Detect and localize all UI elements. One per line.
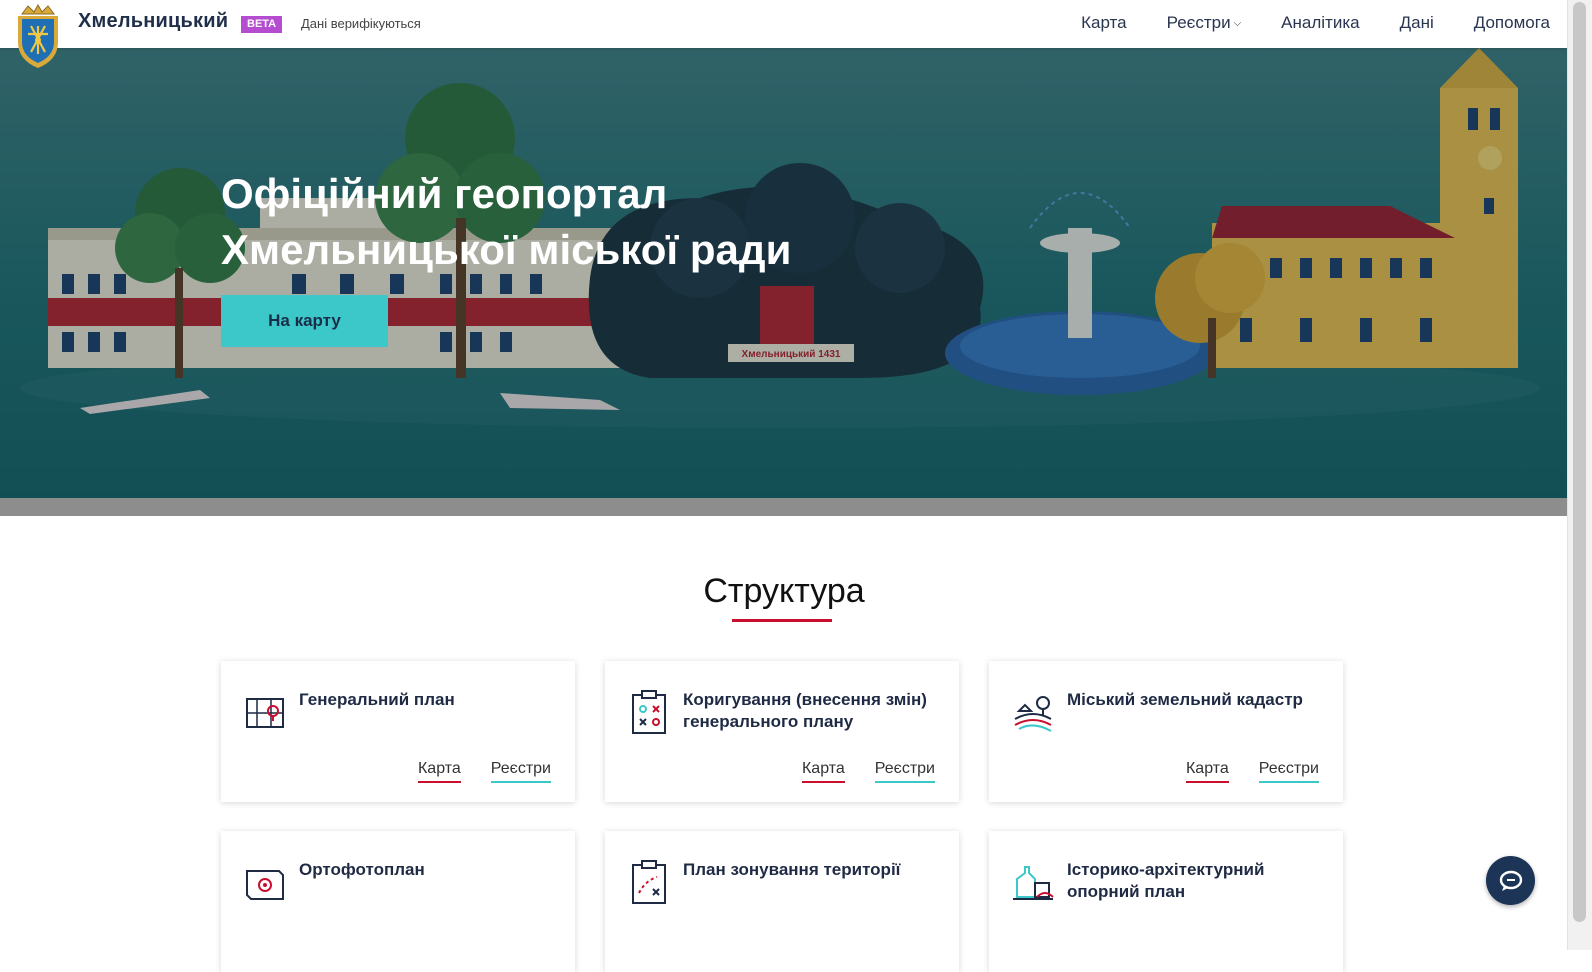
card-registry-link[interactable]: Реєстри: [1258, 760, 1319, 783]
city-coat-of-arms-logo[interactable]: [12, 4, 64, 70]
zoning-plan-icon: [632, 860, 666, 904]
card-map-link[interactable]: Карта: [417, 760, 461, 783]
page-scrollbar[interactable]: [1567, 0, 1592, 950]
section-title-underline: [732, 619, 832, 622]
card-general-plan[interactable]: Генеральний план Карта Реєстри: [221, 661, 575, 802]
card-map-link[interactable]: Карта: [801, 760, 845, 783]
chat-button[interactable]: [1486, 856, 1535, 905]
nav-registries-label: Реєстри: [1166, 13, 1231, 32]
card-links: Карта Реєстри: [1185, 760, 1319, 783]
clipboard-plan-icon: [632, 690, 666, 734]
top-header: Хмельницький BETA Дані верифікуються Кар…: [0, 0, 1568, 48]
card-registry-link[interactable]: Реєстри: [490, 760, 551, 783]
verification-status: Дані верифікуються: [301, 16, 421, 31]
card-registry-link[interactable]: Реєстри: [874, 760, 935, 783]
card-title: Генеральний план: [299, 690, 455, 709]
to-map-button[interactable]: На карту: [221, 295, 388, 347]
scrollbar-thumb[interactable]: [1573, 2, 1586, 922]
card-land-cadastre[interactable]: Міський земельний кадастр Карта Реєстри: [989, 661, 1343, 802]
land-cadastre-icon: [1014, 696, 1052, 732]
nav-analytics[interactable]: Аналітика: [1281, 13, 1359, 33]
nav-analytics-label: Аналітика: [1281, 13, 1360, 32]
hero-title-line2: Хмельницької міської ради: [221, 226, 792, 273]
card-zoning-plan[interactable]: План зонування території: [605, 831, 959, 972]
beta-badge: BETA: [241, 16, 283, 33]
card-historic-plan[interactable]: Історико-архітектурний опорний план: [989, 831, 1343, 972]
card-title: Ортофотоплан: [299, 860, 425, 879]
nav-help-label: Допомога: [1473, 13, 1550, 32]
hero-title-line1: Офіційний геопортал: [221, 170, 668, 217]
card-map-link[interactable]: Карта: [1185, 760, 1229, 783]
card-links: Карта Реєстри: [417, 760, 551, 783]
chat-icon: [1499, 870, 1522, 891]
chevron-down-icon: ⌵: [1233, 17, 1242, 29]
main-nav: Карта Реєстри ⌵ Аналітика Дані Допомога: [1081, 0, 1550, 46]
card-title: Історико-архітектурний опорний план: [1067, 860, 1265, 901]
card-links: Карта Реєстри: [801, 760, 935, 783]
nav-map-label: Карта: [1081, 13, 1127, 32]
card-orthophoto[interactable]: Ортофотоплан: [221, 831, 575, 972]
hero-bottom-band: [0, 498, 1568, 516]
hero-banner: Хмельницький 1431 Офіційний геопортал Хм…: [0, 48, 1568, 498]
nav-registries[interactable]: Реєстри ⌵: [1167, 13, 1242, 33]
card-title: Коригування (внесення змін) генерального…: [683, 690, 927, 731]
card-general-plan-changes[interactable]: Коригування (внесення змін) генерального…: [605, 661, 959, 802]
nav-help[interactable]: Допомога: [1474, 13, 1550, 33]
nav-data-label: Дані: [1399, 13, 1434, 32]
orthophoto-icon: [246, 870, 284, 900]
historic-architecture-icon: [1013, 866, 1054, 900]
nav-data[interactable]: Дані: [1400, 13, 1434, 33]
site-title[interactable]: Хмельницький: [78, 10, 228, 33]
card-title: Міський земельний кадастр: [1067, 690, 1303, 709]
hero-title: Офіційний геопортал Хмельницької міської…: [221, 166, 841, 278]
card-title: План зонування території: [683, 860, 901, 879]
nav-map[interactable]: Карта: [1081, 13, 1127, 33]
section-title: Структура: [703, 572, 865, 610]
map-plan-icon: [246, 698, 284, 728]
